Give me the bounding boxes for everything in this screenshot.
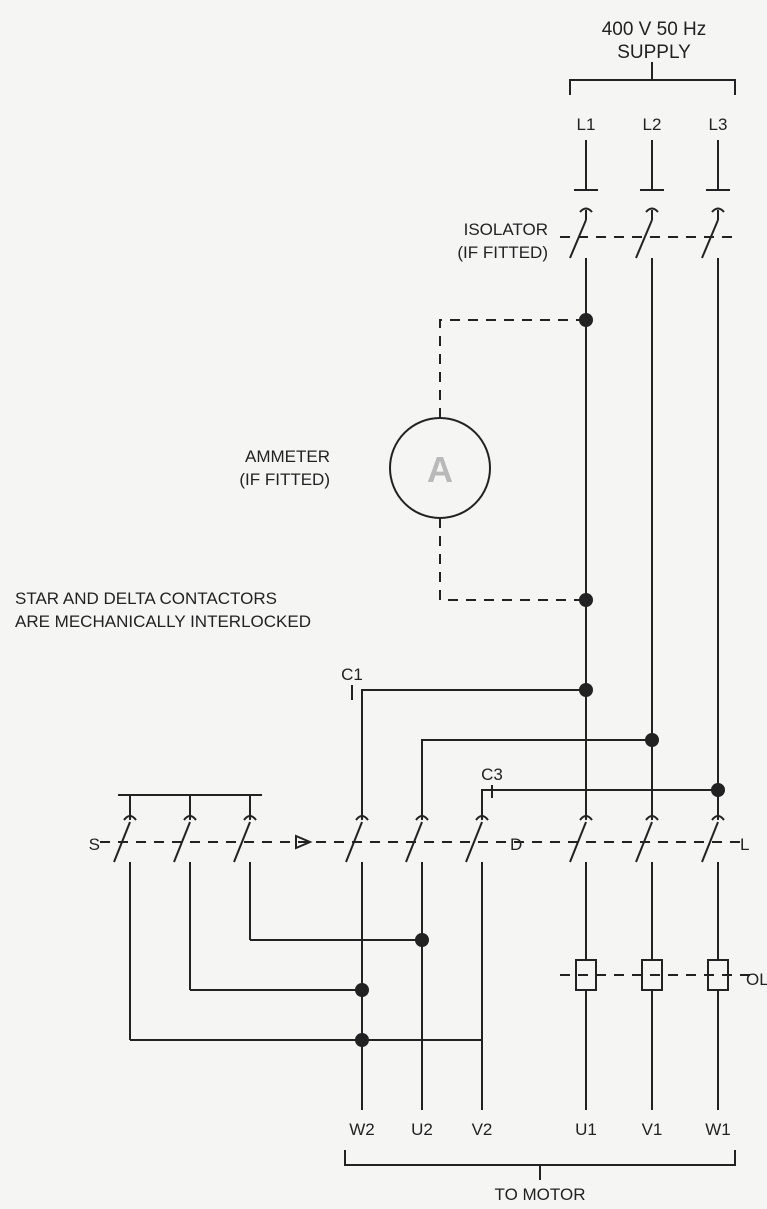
terminal-V2: V2 xyxy=(472,1120,493,1139)
isolator-label-1: ISOLATOR xyxy=(464,220,548,239)
isolator-pole-L3 xyxy=(702,209,724,791)
overload-relay-OL xyxy=(560,960,754,1110)
ammeter-label-1: AMMETER xyxy=(245,447,330,466)
wire-l2-to-d2 xyxy=(422,740,652,820)
interlock-note-1: STAR AND DELTA CONTACTORS xyxy=(15,589,277,608)
ammeter-lead-top xyxy=(440,320,586,418)
line-contactor-L xyxy=(570,816,724,960)
supply-title-1: 400 V 50 Hz xyxy=(602,19,707,40)
star-contactor-S xyxy=(114,795,262,1040)
terminal-V1: V1 xyxy=(642,1120,663,1139)
svg-text:L1: L1 xyxy=(577,115,596,134)
supply-title-2: SUPPLY xyxy=(617,42,691,63)
contactor-s-label: S xyxy=(89,835,100,854)
phase-L3: L3 xyxy=(706,115,730,190)
interlock-note-2: ARE MECHANICALLY INTERLOCKED xyxy=(15,612,311,631)
terminal-U1: U1 xyxy=(575,1120,597,1139)
aux-c1-label: C1 xyxy=(341,665,363,684)
to-motor-label: TO MOTOR xyxy=(495,1185,586,1204)
svg-text:L2: L2 xyxy=(643,115,662,134)
star-delta-schematic: 400 V 50 Hz SUPPLY L1 L2 L3 ISOLATOR (IF… xyxy=(0,0,767,1209)
isolator-pole-L2 xyxy=(636,209,658,741)
ammeter-lead-bottom xyxy=(440,518,586,600)
wire-c1 xyxy=(362,690,586,820)
ammeter-symbol: A xyxy=(427,449,453,490)
overload-label: OL xyxy=(746,970,767,989)
isolator-pole-L1 xyxy=(570,209,592,321)
terminal-W2: W2 xyxy=(349,1120,375,1139)
contactor-d-label: D xyxy=(510,835,522,854)
terminal-U2: U2 xyxy=(411,1120,433,1139)
aux-c3-label: C3 xyxy=(481,765,503,784)
terminal-W1: W1 xyxy=(705,1120,731,1139)
ammeter-label-2: (IF FITTED) xyxy=(239,470,330,489)
svg-text:L3: L3 xyxy=(709,115,728,134)
phase-L2: L2 xyxy=(640,115,664,190)
phase-L1: L1 xyxy=(574,115,598,190)
motor-bracket xyxy=(345,1150,735,1165)
wire-c3 xyxy=(482,790,718,820)
delta-contactor-D xyxy=(346,816,488,1110)
isolator-label-2: (IF FITTED) xyxy=(457,243,548,262)
supply-bracket xyxy=(570,80,735,95)
contactor-l-label: L xyxy=(740,835,749,854)
